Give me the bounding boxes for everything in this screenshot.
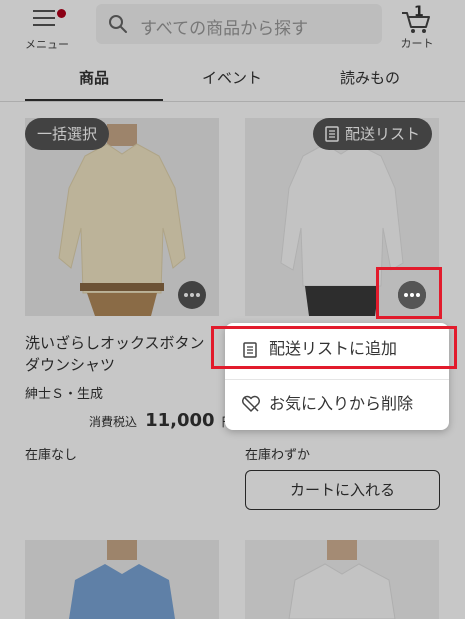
heart-remove-icon: [242, 395, 260, 412]
menu-divider: [225, 379, 449, 380]
more-options-button-active[interactable]: [398, 281, 426, 309]
remove-favorite-item[interactable]: お気に入りから削除: [225, 384, 449, 424]
remove-favorite-label: お気に入りから削除: [269, 394, 414, 413]
add-delivery-list-highlight: [211, 326, 457, 369]
